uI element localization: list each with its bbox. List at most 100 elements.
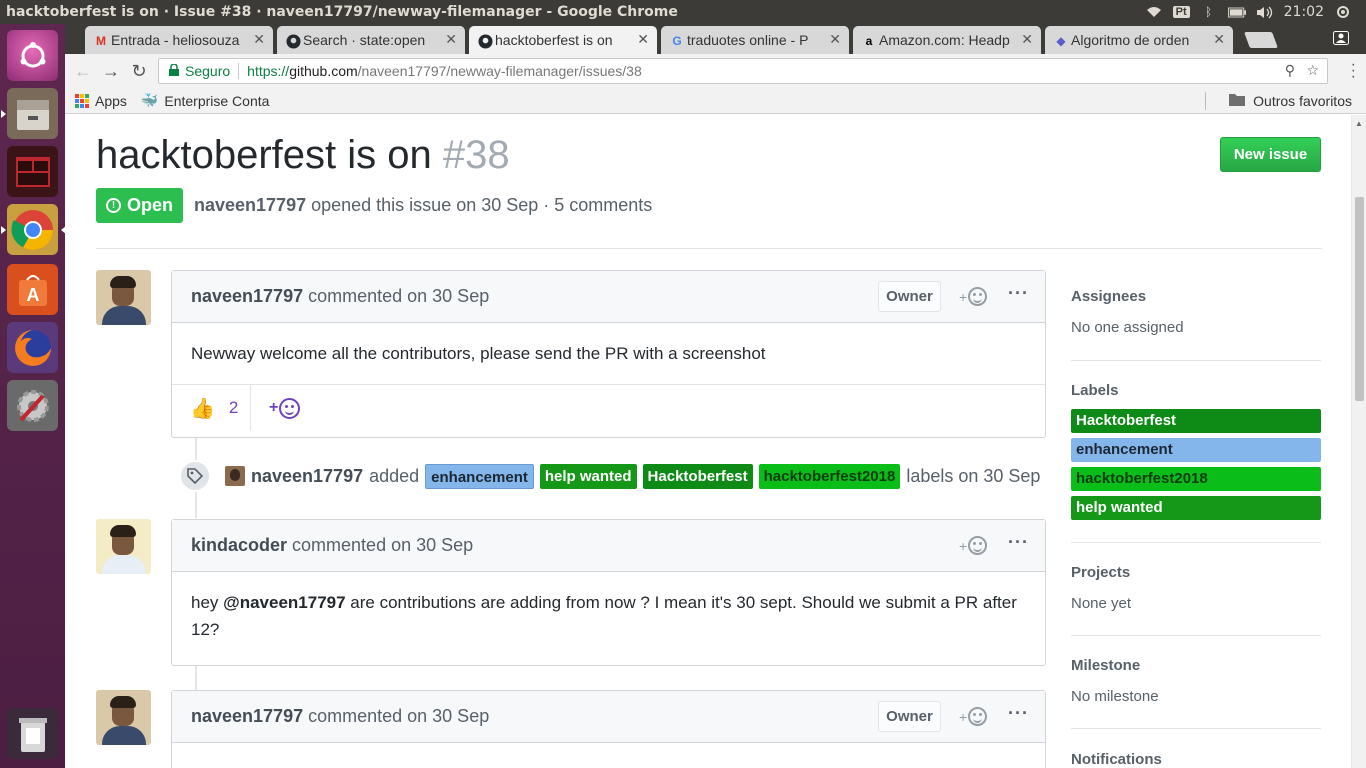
comment-author[interactable]: kindacoder — [191, 535, 287, 556]
close-tab-icon[interactable]: ✕ — [445, 31, 457, 48]
page-scrollbar[interactable]: ▲ — [1351, 115, 1366, 768]
ubuntu-dash-icon[interactable] — [7, 30, 58, 81]
label-help-wanted[interactable]: help wanted — [539, 463, 637, 489]
actor-avatar[interactable] — [225, 466, 245, 486]
software-center-icon[interactable]: A — [7, 264, 58, 315]
lock-icon — [169, 62, 179, 79]
sidebar-heading[interactable]: Assignees — [1071, 288, 1321, 305]
tab-github-search[interactable]: Search · state:open ✕ — [277, 26, 465, 54]
new-tab-button[interactable] — [1244, 32, 1278, 48]
clock[interactable]: 21:02 — [1284, 4, 1324, 20]
chrome-menu-icon[interactable]: · · · — [1351, 57, 1356, 85]
avatar[interactable] — [96, 690, 151, 745]
comment-menu-icon[interactable]: ··· — [1008, 532, 1029, 553]
issue-author-link[interactable]: naveen17797 — [194, 195, 306, 215]
browser-toolbar: ← → ↻ Seguro https://github.com/naveen17… — [65, 54, 1366, 88]
input-method-indicator[interactable]: Pt — [1172, 6, 1190, 18]
tab-strip: M Entrada - heliosouza ✕ Search · state:… — [65, 24, 1366, 54]
chrome-icon[interactable] — [1, 204, 66, 255]
trash-icon[interactable] — [7, 708, 58, 759]
reload-icon[interactable]: ↻ — [129, 61, 149, 82]
label-enhancement[interactable]: enhancement — [425, 463, 534, 489]
add-reaction-button[interactable]: + — [959, 707, 988, 726]
bluetooth-icon[interactable]: ᛒ — [1200, 5, 1218, 19]
comment-body: Newway welcome all the contributors, ple… — [191, 344, 766, 363]
sidebar-heading[interactable]: Milestone — [1071, 657, 1321, 674]
new-issue-button[interactable]: New issue — [1220, 137, 1321, 172]
label-hacktoberfest2018[interactable]: hacktoberfest2018 — [758, 463, 901, 489]
address-bar[interactable]: Seguro https://github.com/naveen17797/ne… — [158, 58, 1328, 84]
comment-author[interactable]: naveen17797 — [191, 706, 303, 727]
sidebar-divider — [1071, 360, 1321, 361]
comment-action[interactable]: commented on 30 Sep — [308, 286, 489, 307]
tab-algoritmo[interactable]: ◆ Algoritmo de orden ✕ — [1045, 26, 1233, 54]
wifi-icon[interactable] — [1145, 5, 1163, 19]
bookmark-apps[interactable]: Apps — [75, 93, 127, 109]
issue-opened-icon: ! — [105, 198, 121, 213]
tab-title: Algoritmo de orden — [1071, 32, 1190, 48]
comment-menu-icon[interactable]: ··· — [1008, 283, 1029, 304]
bookmark-star-icon[interactable]: ☆ — [1306, 62, 1319, 79]
comment-action[interactable]: commented on 30 Sep — [308, 706, 489, 727]
back-arrow-icon[interactable]: ← — [73, 61, 93, 82]
sidebar-heading[interactable]: Projects — [1071, 564, 1321, 581]
issue-state-badge: ! Open — [96, 188, 183, 223]
thumbs-up-reaction[interactable]: 👍 2 — [172, 385, 251, 431]
issue-state-label: Open — [126, 195, 173, 215]
add-reaction-button[interactable]: + — [959, 287, 988, 306]
sidebar-divider — [1071, 635, 1321, 636]
event-actor[interactable]: naveen17797 — [251, 466, 363, 487]
volume-icon[interactable] — [1256, 5, 1274, 19]
system-top-bar: hacktoberfest is on · Issue #38 · naveen… — [0, 0, 1366, 24]
firefox-icon[interactable] — [7, 322, 58, 373]
label-hacktoberfest[interactable]: Hacktoberfest — [642, 463, 753, 489]
avatar[interactable] — [96, 270, 151, 325]
bookmark-enterprise[interactable]: 🐳 Enterprise Conta — [141, 92, 270, 109]
tab-issue-active[interactable]: hacktoberfest is on ✕ — [469, 26, 657, 54]
sidebar-label-help-wanted[interactable]: help wanted — [1071, 496, 1321, 520]
gmail-icon: M — [96, 34, 106, 48]
tab-title: Entrada - heliosouza — [111, 32, 240, 48]
sidebar-value: No milestone — [1071, 688, 1159, 705]
zoom-icon[interactable]: ⚲ — [1285, 62, 1295, 79]
issue-meta: naveen17797 opened this issue on 30 Sep … — [194, 195, 652, 216]
comment-action[interactable]: commented on 30 Sep — [292, 535, 473, 556]
unity-launcher: A — [0, 24, 66, 768]
sidebar-heading[interactable]: Labels — [1071, 382, 1321, 399]
bookmark-other-folder[interactable]: Outros favoritos — [1229, 93, 1352, 109]
profile-icon[interactable] — [1328, 28, 1354, 48]
apps-grid-icon — [75, 93, 89, 108]
sidebar-label-enhancement[interactable]: enhancement — [1071, 438, 1321, 462]
tab-amazon[interactable]: a Amazon.com: Headp ✕ — [853, 26, 1041, 54]
tab-google[interactable]: G traduotes online - P ✕ — [661, 26, 849, 54]
avatar[interactable] — [96, 519, 151, 574]
add-reaction-button[interactable]: + — [959, 536, 988, 555]
sidebar-divider — [1071, 728, 1321, 729]
terminal-icon[interactable] — [7, 146, 58, 197]
add-reaction-footer-button[interactable]: + — [251, 385, 301, 431]
system-settings-icon[interactable] — [7, 380, 58, 431]
power-gear-icon[interactable] — [1334, 5, 1352, 19]
close-tab-icon[interactable]: ✕ — [253, 31, 265, 48]
files-icon[interactable] — [1, 88, 58, 139]
sidebar-label-hacktoberfest[interactable]: Hacktoberfest — [1071, 409, 1321, 433]
close-tab-icon[interactable]: ✕ — [829, 31, 841, 48]
sidebar-assignees: Assignees No one assigned — [1071, 288, 1321, 336]
tag-icon — [179, 460, 211, 492]
comment-header: kindacoder commented on 30 Sep + ··· — [172, 520, 1045, 572]
battery-icon[interactable] — [1227, 5, 1246, 19]
scroll-up-arrow-icon[interactable]: ▲ — [1355, 119, 1363, 128]
comment-menu-icon[interactable]: ··· — [1008, 703, 1029, 724]
close-tab-icon[interactable]: ✕ — [1021, 31, 1033, 48]
secure-label: Seguro — [185, 63, 231, 79]
sidebar-label-hacktoberfest2018[interactable]: hacktoberfest2018 — [1071, 467, 1321, 491]
scrollbar-thumb[interactable] — [1355, 197, 1364, 401]
forward-arrow-icon[interactable]: → — [101, 61, 121, 82]
close-tab-icon[interactable]: ✕ — [1213, 31, 1225, 48]
close-tab-icon[interactable]: ✕ — [637, 31, 649, 48]
user-mention[interactable]: @naveen17797 — [223, 593, 345, 612]
sidebar-heading: Notifications — [1071, 751, 1162, 768]
tab-gmail[interactable]: M Entrada - heliosouza ✕ — [85, 26, 273, 54]
tab-title: Amazon.com: Headp — [879, 32, 1010, 48]
comment-author[interactable]: naveen17797 — [191, 286, 303, 307]
